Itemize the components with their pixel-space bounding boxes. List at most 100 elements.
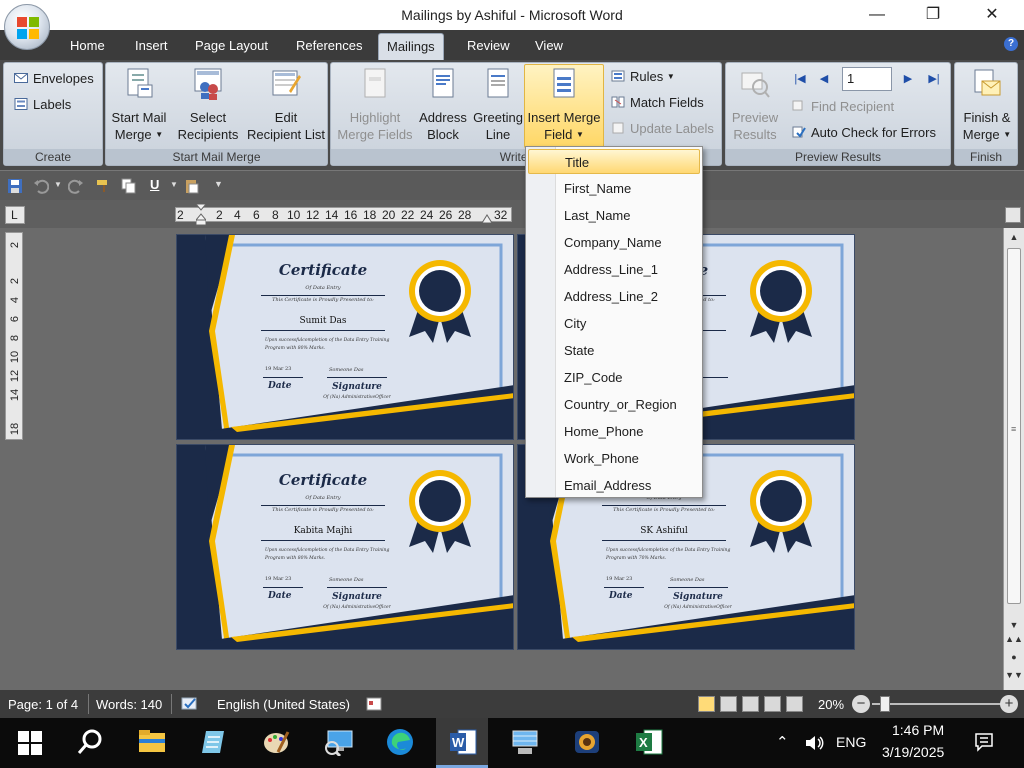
horizontal-ruler[interactable]: 2 2 4 6 8 10 12 14 16 18 20 22 24 26 28 …: [175, 203, 512, 226]
word-button[interactable]: W: [436, 718, 488, 768]
edit-recipient-list-button[interactable]: Edit Recipient List: [244, 67, 328, 143]
proofing-icon[interactable]: [180, 696, 200, 712]
menu-item-last-name[interactable]: Last_Name: [528, 203, 700, 228]
volume-icon[interactable]: [804, 734, 824, 752]
document-area[interactable]: Certificate Of Data Entry This Certificate…: [28, 228, 1003, 690]
tab-review[interactable]: Review: [467, 38, 510, 53]
redo-icon[interactable]: [68, 178, 84, 194]
scroll-down-icon[interactable]: ▼: [1004, 620, 1024, 630]
undo-dropdown-icon[interactable]: ▼: [54, 180, 62, 189]
menu-item-work-phone[interactable]: Work_Phone: [528, 446, 700, 471]
underline-icon[interactable]: U: [150, 177, 159, 192]
zoom-slider[interactable]: [872, 703, 1002, 705]
macro-recording-icon[interactable]: [366, 697, 382, 711]
zoom-out-icon[interactable]: −: [852, 695, 870, 713]
customize-qat-icon[interactable]: ▼: [214, 179, 223, 189]
next-record-icon[interactable]: ▶: [898, 69, 918, 89]
menu-item-city[interactable]: City: [528, 311, 700, 336]
highlight-merge-fields-button[interactable]: Highlight Merge Fields: [335, 67, 415, 143]
undo-icon[interactable]: [33, 178, 49, 194]
menu-item-company-name[interactable]: Company_Name: [528, 230, 700, 255]
finish-merge-button[interactable]: Finish & Merge ▼: [956, 67, 1018, 143]
select-recipients-button[interactable]: Select Recipients ▼: [172, 67, 244, 160]
draft-view-button[interactable]: [786, 696, 803, 712]
right-indent-marker[interactable]: [481, 211, 493, 224]
computer-button[interactable]: [498, 718, 550, 768]
first-record-icon[interactable]: |◀: [790, 69, 810, 89]
print-layout-view-button[interactable]: [698, 696, 715, 712]
format-painter-icon[interactable]: [95, 178, 111, 194]
input-language[interactable]: ENG: [836, 734, 866, 750]
underline-dropdown-icon[interactable]: ▼: [170, 180, 178, 189]
help-icon[interactable]: ?: [1004, 37, 1018, 51]
menu-item-address-line-1[interactable]: Address_Line_1: [528, 257, 700, 282]
match-fields-button[interactable]: Match Fields: [611, 95, 704, 115]
update-labels-button[interactable]: Update Labels: [611, 121, 714, 141]
tab-references[interactable]: References: [296, 38, 362, 53]
previous-record-icon[interactable]: ◀: [814, 69, 834, 89]
menu-item-zip-code[interactable]: ZIP_Code: [528, 365, 700, 390]
language[interactable]: English (United States): [217, 697, 350, 712]
office-button[interactable]: [4, 4, 50, 50]
restore-button[interactable]: ❐: [918, 4, 948, 26]
excel-button[interactable]: X: [622, 718, 674, 768]
certificate-page[interactable]: Certificate Of Data Entry This Certificate…: [176, 234, 514, 440]
vertical-ruler[interactable]: 2 2 4 6 8 10 12 14 18: [5, 232, 23, 440]
rules-button[interactable]: Rules ▼: [611, 69, 675, 89]
web-layout-button[interactable]: [742, 696, 759, 712]
previous-page-icon[interactable]: ▲▲: [1004, 634, 1024, 644]
menu-item-email-address[interactable]: Email_Address: [528, 473, 700, 498]
tab-home[interactable]: Home: [70, 38, 105, 53]
labels-button[interactable]: Labels: [14, 97, 71, 117]
menu-item-first-name[interactable]: First_Name: [528, 176, 700, 201]
select-browse-object-icon[interactable]: ●: [1004, 652, 1024, 662]
menu-item-title[interactable]: Title: [528, 149, 700, 174]
clock-date[interactable]: 3/19/2025: [882, 744, 944, 760]
certificate-page[interactable]: Certificate Of Data Entry This Certificate…: [176, 444, 514, 650]
clock-time[interactable]: 1:46 PM: [892, 722, 944, 738]
minimize-button[interactable]: —: [862, 4, 892, 26]
start-button[interactable]: [4, 718, 56, 768]
full-screen-reading-button[interactable]: [720, 696, 737, 712]
remote-desktop-button[interactable]: [312, 718, 364, 768]
notepad-button[interactable]: [188, 718, 240, 768]
close-button[interactable]: ✕: [977, 4, 1007, 26]
menu-item-state[interactable]: State: [528, 338, 700, 363]
preview-results-button[interactable]: Preview Results: [728, 67, 782, 143]
menu-item-home-phone[interactable]: Home_Phone: [528, 419, 700, 444]
tab-selector[interactable]: L: [5, 206, 25, 224]
tab-insert[interactable]: Insert: [135, 38, 168, 53]
page-count[interactable]: Page: 1 of 4: [8, 697, 78, 712]
zoom-in-icon[interactable]: +: [1000, 695, 1018, 713]
search-button[interactable]: [64, 718, 116, 768]
tab-view[interactable]: View: [535, 38, 563, 53]
file-explorer-button[interactable]: [126, 718, 178, 768]
view-ruler-button[interactable]: [1005, 207, 1021, 223]
word-count[interactable]: Words: 140: [96, 697, 162, 712]
insert-merge-field-button[interactable]: Insert Merge Field ▼: [524, 64, 604, 148]
auto-check-errors-button[interactable]: Auto Check for Errors: [792, 125, 936, 145]
tab-page-layout[interactable]: Page Layout: [195, 38, 268, 53]
outline-view-button[interactable]: [764, 696, 781, 712]
show-hidden-icons-icon[interactable]: ⌃: [776, 733, 789, 751]
zoom-level[interactable]: 20%: [818, 697, 844, 712]
record-number-input[interactable]: 1: [842, 67, 892, 91]
last-record-icon[interactable]: ▶|: [922, 69, 946, 89]
menu-item-address-line-2[interactable]: Address_Line_2: [528, 284, 700, 309]
paste-icon[interactable]: [184, 178, 200, 194]
scroll-up-icon[interactable]: ▲: [1004, 232, 1024, 242]
zoom-slider-thumb[interactable]: [880, 696, 890, 712]
notifications-icon[interactable]: [974, 732, 994, 752]
paint-button[interactable]: [250, 718, 302, 768]
greeting-line-button[interactable]: Greeting Line: [471, 67, 525, 143]
envelopes-button[interactable]: Envelopes: [14, 71, 94, 91]
address-block-button[interactable]: Address Block: [415, 67, 471, 143]
left-indent-marker[interactable]: [194, 203, 208, 226]
start-mail-merge-button[interactable]: Start Mail Merge ▼: [108, 67, 170, 143]
save-icon[interactable]: [7, 178, 23, 194]
tab-mailings[interactable]: Mailings: [378, 33, 444, 60]
vertical-scrollbar[interactable]: ▲ ≡ ▼ ▲▲ ● ▼▼: [1003, 228, 1024, 690]
menu-item-country-or-region[interactable]: Country_or_Region: [528, 392, 700, 417]
copy-icon[interactable]: [121, 178, 137, 194]
next-page-icon[interactable]: ▼▼: [1004, 670, 1024, 680]
